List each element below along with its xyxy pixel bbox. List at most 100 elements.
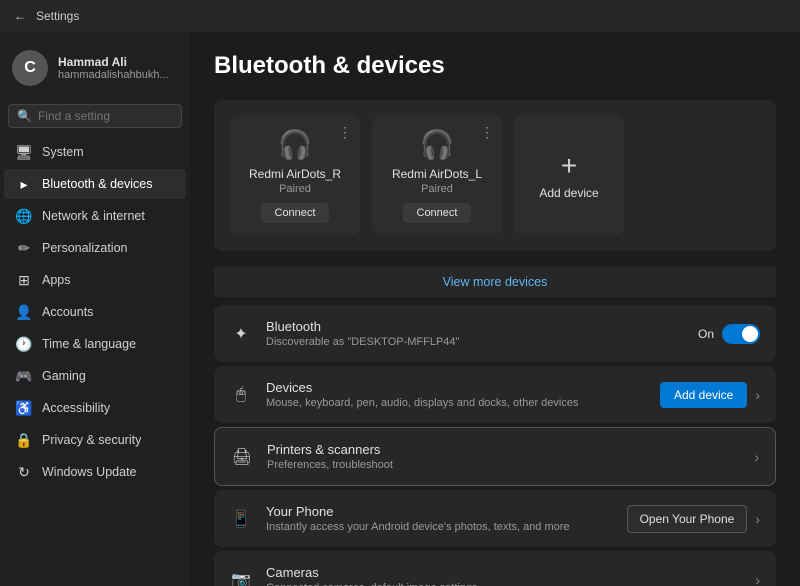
phone-row-text: Your Phone Instantly access your Android…: [266, 504, 613, 533]
phone-chevron-icon: ›: [755, 511, 760, 527]
printers-row-icon: 🖨: [231, 446, 253, 468]
devices-row-title: Devices: [266, 380, 646, 395]
search-box[interactable]: 🔍: [8, 104, 182, 128]
time-icon: 🕐: [16, 336, 32, 352]
printers-row-title: Printers & scanners: [267, 442, 740, 457]
search-icon: 🔍: [17, 109, 32, 123]
bluetooth-row-icon: ✦: [230, 323, 252, 345]
sidebar-item-label: Time & language: [42, 337, 136, 351]
phone-row-subtitle: Instantly access your Android device's p…: [266, 521, 613, 533]
privacy-icon: 🔒: [16, 432, 32, 448]
cameras-row-title: Cameras: [266, 565, 741, 580]
printers-row[interactable]: 🖨 Printers & scanners Preferences, troub…: [215, 428, 775, 485]
content-area: Bluetooth & devices ⋮ 🎧 Redmi AirDots_R …: [190, 32, 800, 586]
device-card-menu-0[interactable]: ⋮: [338, 124, 352, 141]
headphones-icon-1: 🎧: [420, 128, 455, 161]
devices-row-text: Devices Mouse, keyboard, pen, audio, dis…: [266, 380, 646, 409]
bluetooth-row-title: Bluetooth: [266, 319, 684, 334]
device-name-0: Redmi AirDots_R: [249, 167, 341, 181]
gaming-icon: 🎮: [16, 368, 32, 384]
sidebar-item-label: System: [42, 145, 84, 159]
bluetooth-toggle-action: On: [698, 324, 760, 344]
search-input[interactable]: [38, 109, 173, 123]
sidebar-item-privacy[interactable]: 🔒 Privacy & security: [4, 425, 186, 455]
user-email: hammadalishahbukh...: [58, 69, 169, 81]
bluetooth-section: ✦ Bluetooth Discoverable as "DESKTOP-MFF…: [214, 305, 776, 362]
add-device-card[interactable]: + Add device: [514, 116, 624, 235]
sidebar-item-bluetooth[interactable]: ▸ Bluetooth & devices: [4, 169, 186, 199]
device-status-1: Paired: [421, 183, 453, 195]
device-card-1[interactable]: ⋮ 🎧 Redmi AirDots_L Paired Connect: [372, 116, 502, 235]
main-layout: C Hammad Ali hammadalishahbukh... 🔍 🖥 Sy…: [0, 32, 800, 586]
cameras-row-icon: 📷: [230, 569, 252, 586]
sidebar: C Hammad Ali hammadalishahbukh... 🔍 🖥 Sy…: [0, 32, 190, 586]
add-device-button[interactable]: Add device: [660, 382, 747, 408]
sidebar-item-accessibility[interactable]: ♿ Accessibility: [4, 393, 186, 423]
phone-action: Open Your Phone ›: [627, 505, 760, 533]
bluetooth-row[interactable]: ✦ Bluetooth Discoverable as "DESKTOP-MFF…: [214, 305, 776, 362]
sidebar-item-apps[interactable]: ⊞ Apps: [4, 265, 186, 295]
printers-row-subtitle: Preferences, troubleshoot: [267, 459, 740, 471]
device-card-0[interactable]: ⋮ 🎧 Redmi AirDots_R Paired Connect: [230, 116, 360, 235]
sidebar-item-update[interactable]: ↻ Windows Update: [4, 457, 186, 487]
sidebar-item-label: Personalization: [42, 241, 127, 255]
sidebar-item-network[interactable]: 🌐 Network & internet: [4, 201, 186, 231]
cameras-chevron-icon: ›: [755, 572, 760, 586]
device-status-0: Paired: [279, 183, 311, 195]
devices-chevron-icon: ›: [755, 387, 760, 403]
page-title: Bluetooth & devices: [214, 52, 776, 80]
user-section[interactable]: C Hammad Ali hammadalishahbukh...: [0, 40, 190, 96]
back-button[interactable]: ←: [12, 8, 28, 24]
cameras-row-subtitle: Connected cameras, default image setting…: [266, 582, 741, 586]
network-icon: 🌐: [16, 208, 32, 224]
sidebar-item-label: Apps: [42, 273, 71, 287]
title-bar: ← Settings: [0, 0, 800, 32]
apps-icon: ⊞: [16, 272, 32, 288]
sidebar-item-time[interactable]: 🕐 Time & language: [4, 329, 186, 359]
devices-row[interactable]: 🖱 Devices Mouse, keyboard, pen, audio, d…: [214, 366, 776, 423]
printers-row-text: Printers & scanners Preferences, trouble…: [267, 442, 740, 471]
user-info: Hammad Ali hammadalishahbukh...: [58, 55, 169, 81]
devices-section: 🖱 Devices Mouse, keyboard, pen, audio, d…: [214, 366, 776, 423]
personalization-icon: ✏: [16, 240, 32, 256]
headphones-icon-0: 🎧: [278, 128, 313, 161]
bluetooth-icon: ▸: [16, 176, 32, 192]
sidebar-item-personalization[interactable]: ✏ Personalization: [4, 233, 186, 263]
view-more-link[interactable]: View more devices: [214, 267, 776, 297]
devices-add-action: Add device ›: [660, 382, 760, 408]
sidebar-item-gaming[interactable]: 🎮 Gaming: [4, 361, 186, 391]
yourphone-section: 📱 Your Phone Instantly access your Andro…: [214, 490, 776, 547]
sidebar-item-accounts[interactable]: 👤 Accounts: [4, 297, 186, 327]
accounts-icon: 👤: [16, 304, 32, 320]
devices-row-subtitle: Mouse, keyboard, pen, audio, displays an…: [266, 397, 646, 409]
sidebar-item-label: Gaming: [42, 369, 86, 383]
device-card-menu-1[interactable]: ⋮: [480, 124, 494, 141]
sidebar-item-label: Network & internet: [42, 209, 145, 223]
cameras-row-text: Cameras Connected cameras, default image…: [266, 565, 741, 586]
sidebar-item-label: Bluetooth & devices: [42, 177, 153, 191]
plus-icon: +: [561, 152, 577, 180]
phone-row-title: Your Phone: [266, 504, 613, 519]
connect-button-0[interactable]: Connect: [261, 203, 330, 223]
sidebar-item-system[interactable]: 🖥 System: [4, 137, 186, 167]
yourphone-row[interactable]: 📱 Your Phone Instantly access your Andro…: [214, 490, 776, 547]
device-name-1: Redmi AirDots_L: [392, 167, 482, 181]
sidebar-item-label: Privacy & security: [42, 433, 141, 447]
accessibility-icon: ♿: [16, 400, 32, 416]
cameras-section: 📷 Cameras Connected cameras, default ima…: [214, 551, 776, 586]
bluetooth-row-subtitle: Discoverable as "DESKTOP-MFFLP44": [266, 336, 684, 348]
bluetooth-row-text: Bluetooth Discoverable as "DESKTOP-MFFLP…: [266, 319, 684, 348]
sidebar-item-label: Windows Update: [42, 465, 137, 479]
bluetooth-toggle[interactable]: [722, 324, 760, 344]
cameras-chevron-action: ›: [755, 572, 760, 586]
devices-row-icon: 🖱: [230, 384, 252, 406]
cameras-row[interactable]: 📷 Cameras Connected cameras, default ima…: [214, 551, 776, 586]
printers-chevron-action: ›: [754, 449, 759, 465]
connect-button-1[interactable]: Connect: [403, 203, 472, 223]
add-device-label: Add device: [539, 186, 598, 200]
printers-section: 🖨 Printers & scanners Preferences, troub…: [214, 427, 776, 486]
printers-chevron-icon: ›: [754, 449, 759, 465]
system-icon: 🖥: [16, 144, 32, 160]
device-cards-container: ⋮ 🎧 Redmi AirDots_R Paired Connect ⋮ 🎧 R…: [214, 100, 776, 251]
open-phone-button[interactable]: Open Your Phone: [627, 505, 748, 533]
